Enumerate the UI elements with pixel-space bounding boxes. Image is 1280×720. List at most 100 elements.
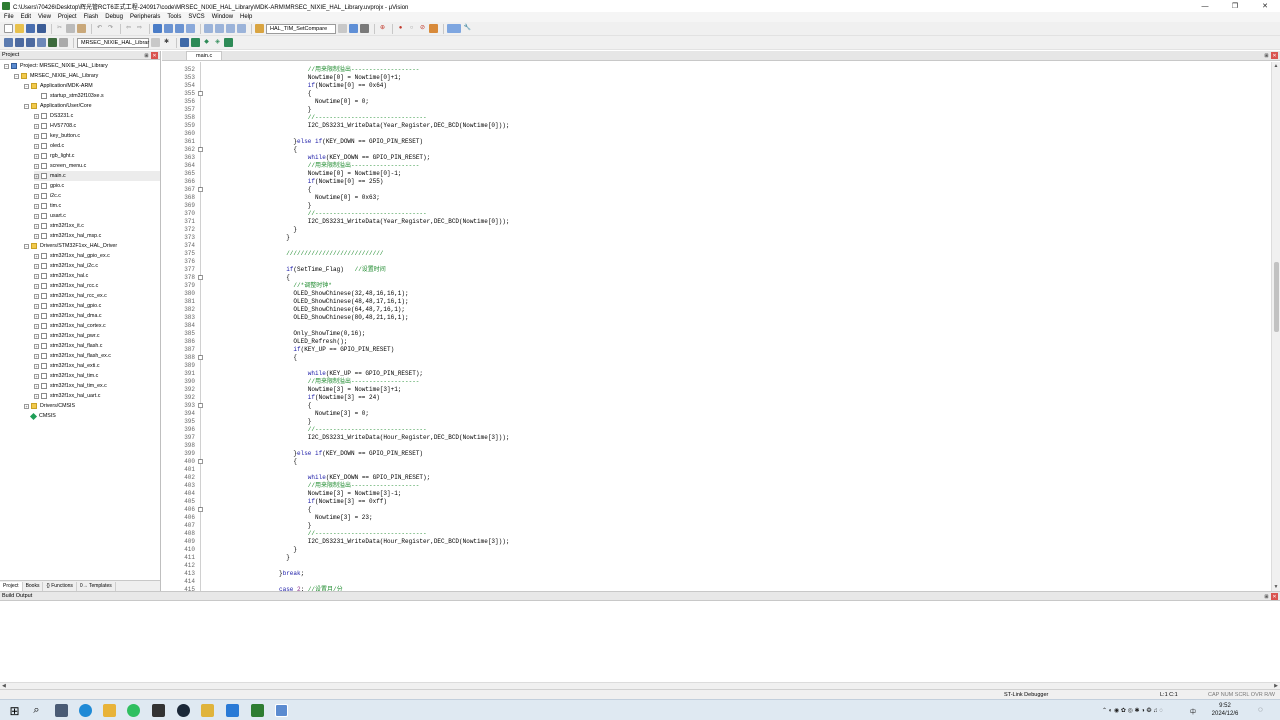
code-line[interactable]: 367− { [162,186,1270,194]
code-line[interactable]: 393− { [162,402,1270,410]
tree-item[interactable]: − Project: MRSEC_NIXIE_HAL_Library [4,61,160,71]
code-line[interactable]: 409 I2C_DS3231_WriteData(Hour_Register,DE… [162,538,1270,546]
tree-item[interactable]: + stm32f1xx_it.c [34,221,160,231]
expand-icon[interactable]: + [34,343,39,349]
save-all-icon[interactable] [37,24,46,33]
menu-tools[interactable]: Tools [167,14,181,20]
code-line[interactable]: 383 OLED_ShowChinese(80,48,21,16,1); [162,314,1270,322]
tree-item[interactable]: + tim.c [34,201,160,211]
notification-icon[interactable]: ◌ [1258,705,1263,714]
config-icon[interactable] [429,24,438,33]
tree-item[interactable]: + stm32f1xx_hal_flash.c [34,341,160,351]
pin-icon[interactable]: ⊞ [143,52,150,59]
tree-item[interactable]: + stm32f1xx_hal_flash_ex.c [34,351,160,361]
code-line[interactable]: 376 [162,258,1270,266]
close-button[interactable]: ✕ [1250,0,1280,12]
code-line[interactable]: 356 Nowtime[0] = 0; [162,98,1270,106]
expand-icon[interactable]: + [34,233,39,239]
tab-templates[interactable]: 0→ Templates [77,581,116,591]
code-line[interactable]: 413}break; [162,570,1270,578]
tree-item[interactable]: + stm32f1xx_hal_i2c.c [34,261,160,271]
expand-icon[interactable]: + [34,353,39,359]
find-in-files-icon[interactable] [255,24,264,33]
menu-project[interactable]: Project [58,14,77,20]
code-line[interactable]: 368 Nowtime[0] = 0x63; [162,194,1270,202]
tree-item[interactable]: + stm32f1xx_hal_uart.c [34,391,160,401]
build-horizontal-scrollbar[interactable]: ◀ ▶ [0,682,1280,689]
copy-icon[interactable] [66,24,75,33]
tree-item[interactable]: + stm32f1xx_hal_gpio.c [34,301,160,311]
tree-item[interactable]: + stm32f1xx_hal_msp.c [34,231,160,241]
expand-icon[interactable]: + [34,303,39,309]
tree-item[interactable]: + Drivers/CMSIS [24,401,160,411]
editor-pin-icon[interactable]: ⊞ [1263,52,1270,59]
tree-item[interactable]: + stm32f1xx_hal_pwr.c [34,331,160,341]
code-line[interactable]: 358 //------------------------------- [162,114,1270,122]
cut-icon[interactable]: ✂ [55,24,64,33]
search-icon[interactable]: ⌕ [30,704,43,717]
code-line[interactable]: 381 OLED_ShowChinese(48,48,17,16,1); [162,298,1270,306]
code-line[interactable]: 382 OLED_ShowChinese(64,48,7,16,1); [162,306,1270,314]
window-layout-icon[interactable] [447,24,461,33]
tree-item[interactable]: + stm32f1xx_hal_rcc_ex.c [34,291,160,301]
collapse-icon[interactable]: − [24,83,29,89]
ime-indicator[interactable]: 中 [1190,707,1196,716]
expand-icon[interactable]: + [34,363,39,369]
incremental-find-icon[interactable] [360,24,369,33]
code-line[interactable]: 385 Only_ShowTime(0,16); [162,330,1270,338]
kill-breakpoints-icon[interactable]: ⊘ [418,24,427,33]
folder-app-icon[interactable] [201,704,214,717]
batch-build-icon[interactable] [37,38,46,47]
find-dropdown-icon[interactable] [338,24,347,33]
expand-icon[interactable]: + [34,273,39,279]
fold-toggle-icon[interactable]: − [198,355,203,360]
tree-item[interactable]: + DS3231.c [34,111,160,121]
editor-vertical-scrollbar[interactable]: ▲ ▼ [1271,62,1280,591]
menu-flash[interactable]: Flash [84,14,99,20]
code-line[interactable]: 377 if(SetTime_Flag) //设置时间 [162,266,1270,274]
code-line[interactable]: 365 Nowtime[0] = Nowtime[0]-1; [162,170,1270,178]
chat-app-icon[interactable] [127,704,140,717]
tree-item[interactable]: − Application/MDK-ARM [24,81,160,91]
menu-debug[interactable]: Debug [105,14,123,20]
menu-view[interactable]: View [38,14,51,20]
code-line[interactable]: 405 if(Nowtime[3] == 0xff) [162,498,1270,506]
tree-item[interactable]: CMSIS [24,411,160,421]
scroll-thumb[interactable] [1274,262,1279,332]
tree-item[interactable]: + key_button.c [34,131,160,141]
fold-toggle-icon[interactable]: − [198,403,203,408]
menu-help[interactable]: Help [240,14,252,20]
expand-icon[interactable]: + [34,293,39,299]
tab-project[interactable]: Project [0,581,23,591]
expand-icon[interactable]: + [34,123,39,129]
code-line[interactable]: 404 Nowtime[3] = Nowtime[3]-1; [162,490,1270,498]
code-line[interactable]: 397 I2C_DS3231_WriteData(Hour_Register,DE… [162,434,1270,442]
fold-toggle-icon[interactable]: − [198,187,203,192]
code-line[interactable]: 352 //用来限制溢出------------------- [162,66,1270,74]
select-pack-icon[interactable]: ◆ [202,38,211,47]
code-line[interactable]: 355− { [162,90,1270,98]
code-line[interactable]: 395} [162,418,1270,426]
tree-item[interactable]: startup_stm32f103xe.s [34,91,160,101]
tree-item[interactable]: − Application/User/Core [24,101,160,111]
rebuild-icon[interactable] [26,38,35,47]
code-line[interactable]: 389 [162,362,1270,370]
code-line[interactable]: 407} [162,522,1270,530]
expand-icon[interactable]: + [34,173,39,179]
tree-item[interactable]: + stm32f1xx_hal_cortex.c [34,321,160,331]
code-line[interactable]: 412 [162,562,1270,570]
menu-edit[interactable]: Edit [21,14,31,20]
code-line[interactable]: 401 [162,466,1270,474]
code-line[interactable]: 357} [162,106,1270,114]
code-line[interactable]: 378− { [162,274,1270,282]
fold-toggle-icon[interactable]: − [198,459,203,464]
next-bookmark-icon[interactable] [175,24,184,33]
code-line[interactable]: 363 while(KEY_DOWN == GPIO_PIN_RESET); [162,154,1270,162]
tree-item[interactable]: + main.c [34,171,160,181]
expand-icon[interactable]: + [34,263,39,269]
paste-icon[interactable] [77,24,86,33]
code-line[interactable]: 370 //------------------------------- [162,210,1270,218]
code-line[interactable]: 384 [162,322,1270,330]
find-combo[interactable]: HAL_TIM_SetCompare [266,23,336,34]
tree-item[interactable]: + HV57708.c [34,121,160,131]
